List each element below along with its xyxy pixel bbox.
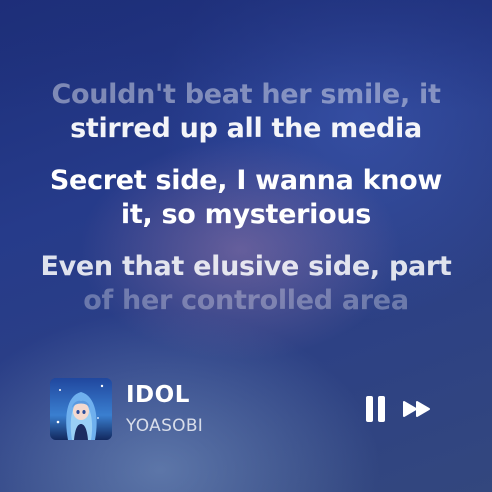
now-playing-bar: IDOL YOASOBI (50, 378, 450, 440)
lyric-line-text: it, so mysterious (120, 199, 372, 230)
lyric-line-text: Even that elusive side, part (40, 251, 452, 282)
lyric-line-text: Secret side, I wanna know (49, 165, 443, 196)
lyric-line-previous[interactable]: Couldn't beat her smile, it stirred up a… (36, 78, 456, 146)
album-art[interactable] (50, 378, 112, 440)
lyric-line-current[interactable]: Secret side, I wanna know it, so mysteri… (36, 164, 456, 232)
lyric-line-text: Couldn't beat her smile, it (51, 79, 441, 110)
lyric-line-text: of her controlled area (83, 285, 409, 316)
lyric-line-text: stirred up all the media (70, 113, 422, 144)
lyric-line-next[interactable]: Even that elusive side, part of her cont… (36, 250, 456, 318)
fast-forward-button[interactable] (402, 394, 432, 424)
track-title: IDOL (126, 382, 190, 408)
track-artist: YOASOBI (126, 416, 204, 436)
pause-button[interactable] (362, 394, 392, 424)
pause-icon (366, 396, 385, 422)
album-art-image (50, 378, 112, 440)
lyrics-panel[interactable]: Couldn't beat her smile, it stirred up a… (0, 78, 492, 336)
lyrics-widget: Couldn't beat her smile, it stirred up a… (0, 0, 492, 492)
fast-forward-icon (403, 401, 430, 417)
